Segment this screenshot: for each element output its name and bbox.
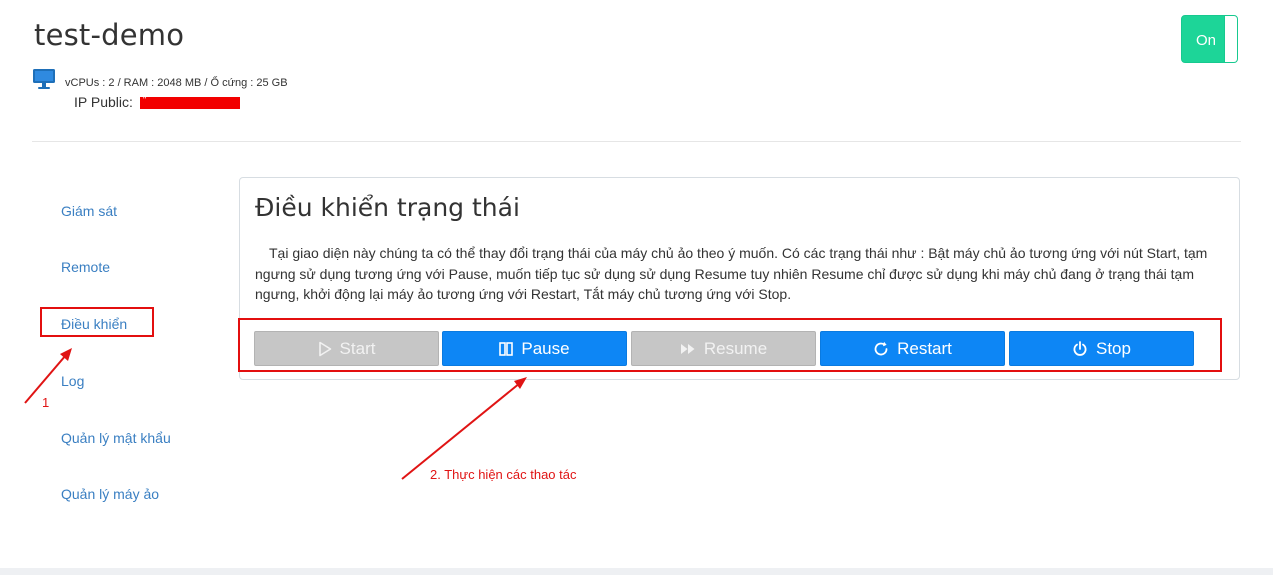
annotation-step-1: 1 bbox=[42, 395, 50, 410]
bottom-bar bbox=[0, 568, 1273, 575]
arrow-to-buttons bbox=[401, 377, 527, 480]
annotation-arrows bbox=[24, 348, 527, 480]
annotation-step-2: 2. Thực hiện các thao tác bbox=[430, 467, 577, 482]
